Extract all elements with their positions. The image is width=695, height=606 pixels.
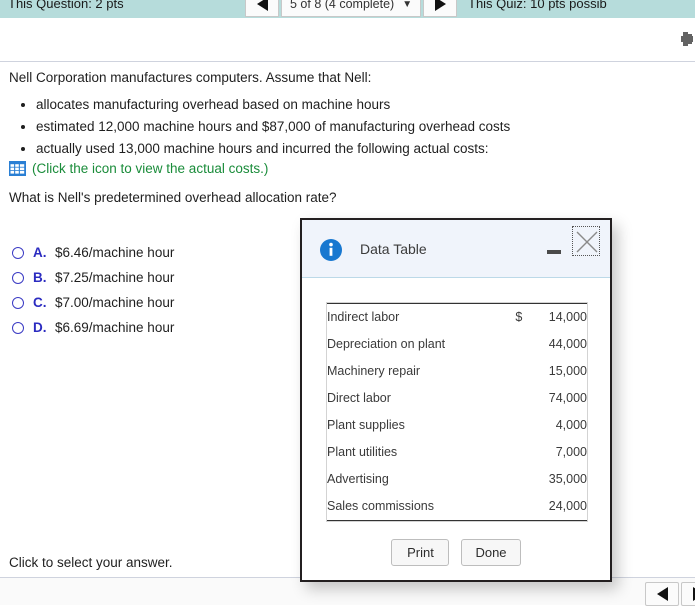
choice-letter: B. [33,270,55,285]
cost-value: 14,000 [528,304,587,332]
toolbar-strip [0,18,695,62]
table-row: Sales commissions 24,000 [327,493,587,521]
radio-button-c[interactable] [12,297,24,309]
quiz-status-bar: This Question: 2 pts 5 of 8 (4 complete)… [0,0,695,18]
cost-value: 24,000 [528,493,587,521]
actual-costs-table: Indirect labor $ 14,000 Depreciation on … [327,303,587,521]
quiz-points-label: This Quiz: 10 pts possib [468,0,607,11]
question-navigation-group: 5 of 8 (4 complete) ▼ [245,0,457,17]
triangle-left-icon [257,0,268,11]
cost-label: Depreciation on plant [327,331,510,358]
cost-label: Plant utilities [327,439,510,466]
selection-hint: Click to select your answer. [9,555,173,570]
triangle-right-icon [435,0,446,11]
answer-choice-c[interactable]: C. $7.00/machine hour [12,290,174,315]
cost-value: 7,000 [528,439,587,466]
question-points-label: This Question: 2 pts [8,0,124,11]
question-prompt: What is Nell's predetermined overhead al… [9,190,337,205]
chevron-down-icon: ▼ [402,0,412,10]
question-bullet: actually used 13,000 machine hours and i… [36,138,510,160]
info-icon [320,239,342,261]
cost-label: Advertising [327,466,510,493]
footer-next-button[interactable] [681,582,695,606]
choice-text: $7.00/machine hour [55,295,174,310]
table-row: Depreciation on plant 44,000 [327,331,587,358]
question-bullet: allocates manufacturing overhead based o… [36,94,510,116]
cost-value: 35,000 [528,466,587,493]
print-button[interactable]: Print [391,539,449,566]
choice-text: $6.46/machine hour [55,245,174,260]
answer-choice-d[interactable]: D. $6.69/machine hour [12,315,174,340]
choice-text: $7.25/machine hour [55,270,174,285]
currency-symbol [510,385,528,412]
question-bullet-list: allocates manufacturing overhead based o… [18,94,510,160]
data-table-launcher[interactable]: (Click the icon to view the actual costs… [9,161,268,176]
table-row: Direct labor 74,000 [327,385,587,412]
dialog-titlebar[interactable]: Data Table [302,220,610,278]
currency-symbol [510,493,528,521]
dialog-button-row: Print Done [302,539,610,566]
cost-label: Machinery repair [327,358,510,385]
footer-bar [0,578,695,605]
table-row: Machinery repair 15,000 [327,358,587,385]
currency-symbol [510,331,528,358]
currency-symbol [510,412,528,439]
answer-choice-a[interactable]: A. $6.46/machine hour [12,240,174,265]
currency-symbol [510,466,528,493]
footer-navigation-group [645,582,695,606]
done-button[interactable]: Done [461,539,520,566]
choice-letter: A. [33,245,55,260]
currency-symbol [510,439,528,466]
minimize-button[interactable] [546,242,562,258]
choice-text: $6.69/machine hour [55,320,174,335]
dialog-body: Indirect labor $ 14,000 Depreciation on … [302,278,610,580]
radio-button-b[interactable] [12,272,24,284]
triangle-left-icon [657,587,668,601]
choice-letter: C. [33,295,55,310]
radio-button-a[interactable] [12,247,24,259]
answer-choice-list: A. $6.46/machine hour B. $7.25/machine h… [12,240,174,340]
cost-label: Indirect labor [327,304,510,332]
close-icon [576,231,598,253]
cost-value: 74,000 [528,385,587,412]
question-position-label: 5 of 8 (4 complete) [290,0,394,11]
table-row: Plant utilities 7,000 [327,439,587,466]
cost-value: 4,000 [528,412,587,439]
cost-value: 44,000 [528,331,587,358]
actual-costs-table-container: Indirect labor $ 14,000 Depreciation on … [326,302,588,522]
currency-symbol: $ [510,304,528,332]
next-question-button[interactable] [423,0,457,17]
choice-letter: D. [33,320,55,335]
table-row: Plant supplies 4,000 [327,412,587,439]
cost-value: 15,000 [528,358,587,385]
footer-previous-button[interactable] [645,582,679,606]
previous-question-button[interactable] [245,0,279,17]
question-intro: Nell Corporation manufactures computers.… [9,70,371,85]
question-bullet: estimated 12,000 machine hours and $87,0… [36,116,510,138]
table-grid-icon[interactable] [9,161,26,176]
currency-symbol [510,358,528,385]
question-position-dropdown[interactable]: 5 of 8 (4 complete) ▼ [281,0,421,17]
answer-choice-b[interactable]: B. $7.25/machine hour [12,265,174,290]
gear-icon[interactable] [681,30,695,48]
radio-button-d[interactable] [12,322,24,334]
close-button[interactable] [572,226,600,256]
table-row: Advertising 35,000 [327,466,587,493]
data-table-dialog: Data Table Indirect labor $ 14,000 Depre… [300,218,612,582]
data-table-link-text[interactable]: (Click the icon to view the actual costs… [32,161,268,176]
cost-label: Plant supplies [327,412,510,439]
cost-label: Direct labor [327,385,510,412]
dialog-title: Data Table [360,241,427,257]
table-row: Indirect labor $ 14,000 [327,304,587,332]
cost-label: Sales commissions [327,493,510,521]
